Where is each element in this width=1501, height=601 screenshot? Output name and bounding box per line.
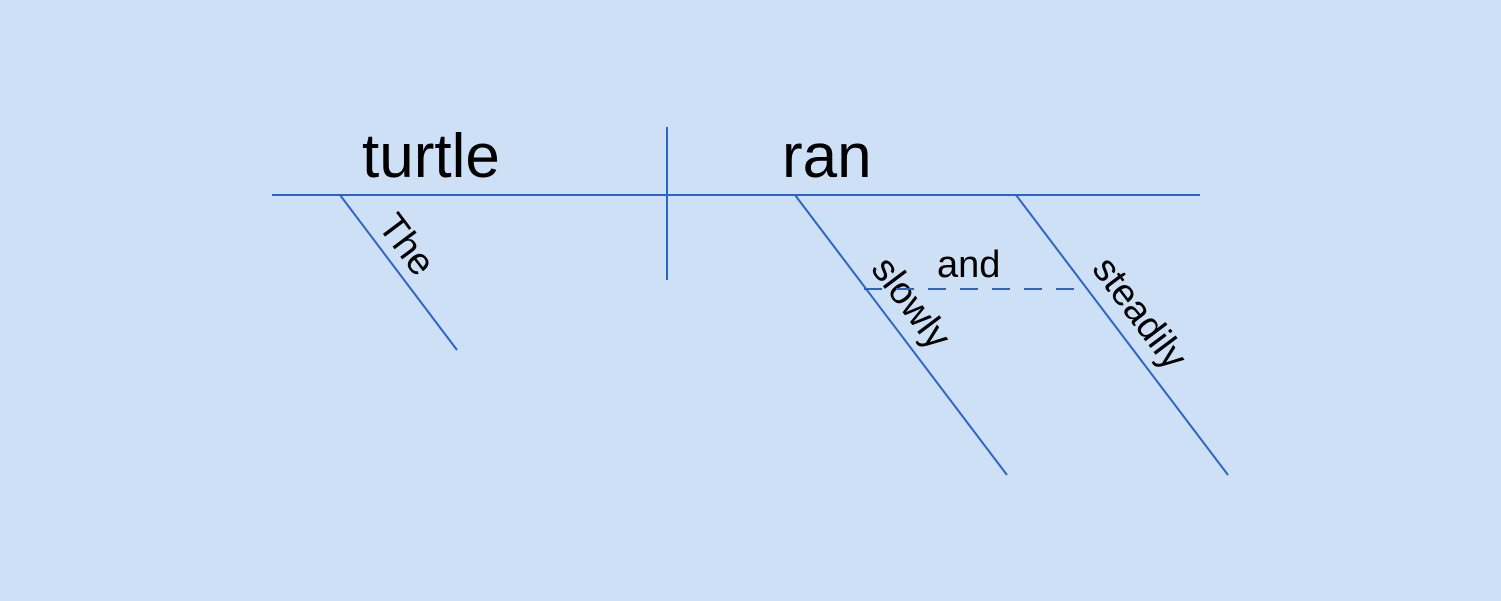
- sentence-diagram: turtle ran The slowly steadily and: [0, 0, 1501, 601]
- adverb1-branch: [795, 195, 1007, 475]
- conjunction-word: and: [937, 244, 1000, 286]
- predicate-word: ran: [782, 122, 872, 191]
- article-word: The: [370, 206, 443, 284]
- adverb2-branch: [1016, 195, 1228, 475]
- subject-word: turtle: [362, 122, 500, 191]
